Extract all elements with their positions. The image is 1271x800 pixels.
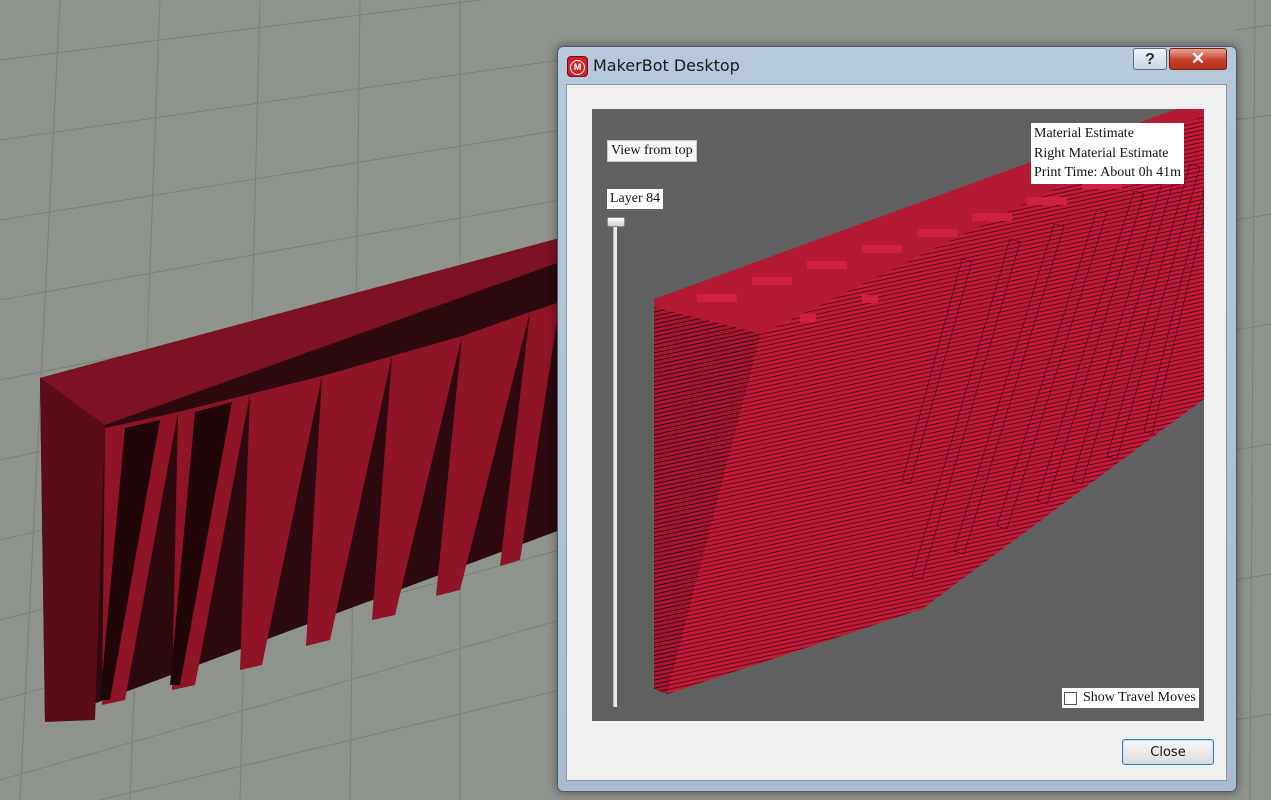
view-from-top-button[interactable]: View from top	[607, 140, 697, 162]
dialog-content: View from top Layer 84 Material Estimate…	[566, 84, 1227, 781]
estimate-panel: Material Estimate Right Material Estimat…	[1031, 123, 1185, 184]
show-travel-moves-label: Show Travel Moves	[1083, 690, 1196, 705]
close-window-button[interactable]: ✕	[1169, 48, 1227, 70]
makerbot-logo-icon: M	[567, 56, 588, 77]
window-title: MakerBot Desktop	[593, 56, 740, 75]
print-preview-viewport[interactable]: View from top Layer 84 Material Estimate…	[592, 109, 1204, 721]
title-bar[interactable]: M MakerBot Desktop ? ✕	[558, 47, 1236, 83]
material-estimate: Material Estimate	[1034, 126, 1134, 141]
model-3d[interactable]	[40, 238, 560, 722]
show-travel-moves-toggle[interactable]: Show Travel Moves	[1062, 688, 1199, 708]
layer-slider-thumb[interactable]	[607, 217, 625, 227]
help-button[interactable]: ?	[1133, 48, 1167, 70]
show-travel-moves-checkbox[interactable]	[1064, 691, 1077, 705]
sliced-model-preview	[654, 109, 1204, 694]
close-button[interactable]: Close	[1122, 739, 1214, 765]
layer-slider-track[interactable]	[613, 219, 617, 707]
layer-label: Layer 84	[607, 189, 664, 209]
makerbot-dialog[interactable]: M MakerBot Desktop ? ✕ View from top Lay…	[557, 46, 1237, 792]
print-time-estimate: Print Time: About 0h 41m	[1034, 165, 1182, 180]
right-material-estimate: Right Material Estimate	[1034, 145, 1169, 161]
